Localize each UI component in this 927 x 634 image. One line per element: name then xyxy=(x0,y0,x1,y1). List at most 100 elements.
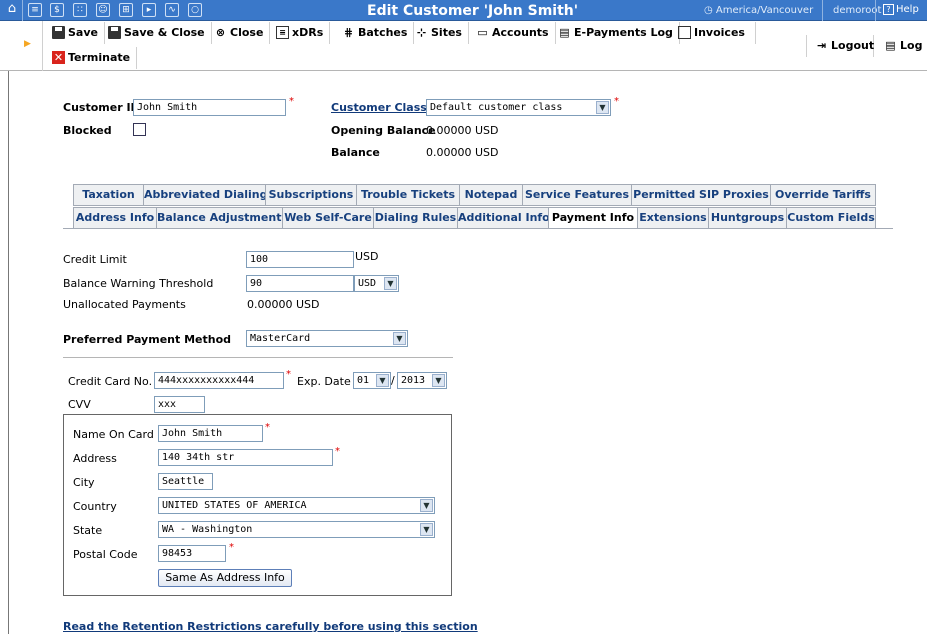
log-icon: ▤ xyxy=(885,39,896,52)
terminate-button[interactable]: ✕ Terminate xyxy=(44,47,138,69)
tab-huntgroups[interactable]: Huntgroups xyxy=(708,207,787,229)
tab-trouble-tickets[interactable]: Trouble Tickets xyxy=(356,184,460,206)
timezone-label: America/Vancouver xyxy=(715,5,814,16)
chart-icon[interactable]: ∿ xyxy=(165,3,179,17)
epayments-log-button[interactable]: ▤ E-Payments Log xyxy=(550,22,680,44)
required-marker: * xyxy=(286,369,291,380)
save-button[interactable]: Save xyxy=(44,22,105,44)
city-label: City xyxy=(73,476,95,489)
credit-card-label: Credit Card No. xyxy=(68,375,153,388)
unallocated-payments-value: 0.00000 USD xyxy=(247,298,320,311)
accounts-button[interactable]: ▭ Accounts xyxy=(468,22,556,44)
invoice-icon xyxy=(678,26,691,39)
content-border xyxy=(8,71,9,634)
address-input[interactable]: 140 34th str xyxy=(158,449,333,466)
terminate-label: Terminate xyxy=(68,51,131,64)
epayments-label: E-Payments Log xyxy=(574,26,673,39)
tab-address-info[interactable]: Address Info xyxy=(73,207,157,229)
divider xyxy=(822,0,823,21)
tab-extensions[interactable]: Extensions xyxy=(637,207,709,229)
retention-restrictions-link[interactable]: Read the Retention Restrictions carefull… xyxy=(63,620,478,633)
exp-date-separator: / xyxy=(391,374,395,387)
chevron-down-icon: ▼ xyxy=(384,277,397,290)
chevron-down-icon: ▼ xyxy=(393,332,406,345)
customer-id-input[interactable]: John Smith xyxy=(133,99,286,116)
batches-button[interactable]: ⋕ Batches xyxy=(334,22,415,44)
logout-button[interactable]: ⇥ Logout xyxy=(806,35,874,57)
grid-icon[interactable]: ∷ xyxy=(73,3,87,17)
log-button[interactable]: ▤ Log xyxy=(876,35,927,57)
xdrs-label: xDRs xyxy=(292,26,324,39)
required-marker: * xyxy=(289,96,294,107)
name-on-card-input[interactable]: John Smith xyxy=(158,425,263,442)
person-icon[interactable]: ☺ xyxy=(96,3,110,17)
customer-class-link[interactable]: Customer Class xyxy=(331,101,427,114)
warning-threshold-input[interactable]: 90 xyxy=(246,275,354,292)
sites-button[interactable]: ⊹ Sites xyxy=(407,22,469,44)
tab-notepad[interactable]: Notepad xyxy=(459,184,523,206)
warning-currency-value: USD xyxy=(358,278,377,289)
tab-taxation[interactable]: Taxation xyxy=(73,184,144,206)
credit-limit-input[interactable]: 100 xyxy=(246,251,354,268)
xdrs-button[interactable]: ≡ xDRs xyxy=(268,22,331,44)
save-label: Save xyxy=(68,26,98,39)
postal-code-input[interactable]: 98453 xyxy=(158,545,226,562)
cvv-input[interactable]: xxx xyxy=(154,396,205,413)
toolbar: ▶ Save Save & Close ⊗ Close ≡ xDRs ⋕ Batche… xyxy=(0,21,927,71)
tab-subscriptions[interactable]: Subscriptions xyxy=(265,184,357,206)
chevron-down-icon: ▼ xyxy=(420,523,433,536)
tab-abbreviated-dialing[interactable]: Abbreviated Dialing xyxy=(143,184,268,206)
cvv-label: CVV xyxy=(68,398,91,411)
invoices-button[interactable]: Invoices xyxy=(670,22,756,44)
tab-underline xyxy=(63,228,893,229)
dollar-icon[interactable]: $ xyxy=(50,3,64,17)
divider xyxy=(22,0,23,21)
required-marker: * xyxy=(614,96,619,107)
tab-override-tariffs[interactable]: Override Tariffs xyxy=(770,184,876,206)
balance-value: 0.00000 USD xyxy=(426,146,499,159)
tab-dialing-rules[interactable]: Dialing Rules xyxy=(373,207,458,229)
credit-card-input[interactable]: 444xxxxxxxxxx444 xyxy=(154,372,284,389)
exp-month-select[interactable]: 01 ▼ xyxy=(353,372,391,389)
unallocated-payments-label: Unallocated Payments xyxy=(63,298,186,311)
country-select[interactable]: UNITED STATES OF AMERICA ▼ xyxy=(158,497,435,514)
tab-web-self-care[interactable]: Web Self-Care xyxy=(282,207,374,229)
same-as-address-button[interactable]: Same As Address Info xyxy=(158,569,292,587)
accounts-label: Accounts xyxy=(492,26,549,39)
tab-custom-fields[interactable]: Custom Fields xyxy=(786,207,876,229)
customer-class-select[interactable]: Default customer class ▼ xyxy=(426,99,611,116)
required-marker: * xyxy=(335,446,340,457)
required-marker: * xyxy=(265,422,270,433)
list-icon[interactable]: ≡ xyxy=(28,3,42,17)
toolbar-toggle[interactable]: ▶ xyxy=(21,21,43,71)
search-icon[interactable]: ○ xyxy=(188,3,202,17)
opening-balance-value: 0.00000 USD xyxy=(426,124,499,137)
chevron-down-icon: ▼ xyxy=(432,374,445,387)
timezone-link[interactable]: ◷ America/Vancouver xyxy=(704,5,813,16)
tab-service-features[interactable]: Service Features xyxy=(522,184,632,206)
state-select[interactable]: WA - Washington ▼ xyxy=(158,521,435,538)
tab-payment-info[interactable]: Payment Info xyxy=(548,207,638,229)
blocked-checkbox[interactable] xyxy=(133,123,146,136)
tab-balance-adjustments[interactable]: Balance Adjustments xyxy=(156,207,288,229)
exp-year-select[interactable]: 2013 ▼ xyxy=(397,372,447,389)
name-on-card-label: Name On Card xyxy=(73,428,154,441)
balance-label: Balance xyxy=(331,146,380,159)
credit-limit-label: Credit Limit xyxy=(63,253,127,266)
save-close-button[interactable]: Save & Close xyxy=(100,22,212,44)
sites-label: Sites xyxy=(431,26,462,39)
close-button[interactable]: ⊗ Close xyxy=(206,22,271,44)
help-link[interactable]: ? Help xyxy=(883,4,919,15)
home-icon[interactable]: ⌂ xyxy=(5,2,19,16)
payment-method-select[interactable]: MasterCard ▼ xyxy=(246,330,408,347)
document-icon: ≡ xyxy=(276,26,289,39)
terminal-icon[interactable]: ▸ xyxy=(142,3,156,17)
city-input[interactable]: Seattle xyxy=(158,473,213,490)
chevron-down-icon: ▼ xyxy=(420,499,433,512)
warning-currency-select[interactable]: USD ▼ xyxy=(354,275,399,292)
state-value: WA - Washington xyxy=(162,524,253,535)
tab-additional-info[interactable]: Additional Info xyxy=(457,207,550,229)
tab-permitted-sip-proxies[interactable]: Permitted SIP Proxies xyxy=(631,184,771,206)
network-icon[interactable]: ⊞ xyxy=(119,3,133,17)
payment-method-value: MasterCard xyxy=(250,333,311,344)
